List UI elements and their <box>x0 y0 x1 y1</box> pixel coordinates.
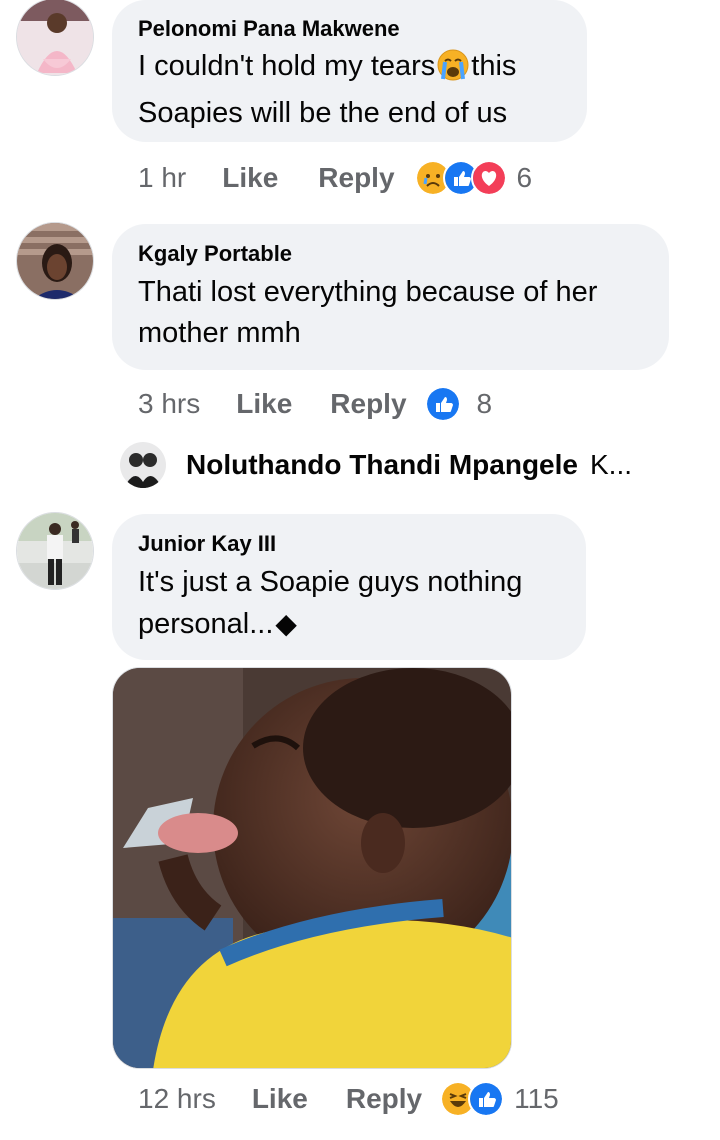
reply-avatar <box>120 442 166 488</box>
love-reaction-icon <box>470 160 507 196</box>
comment-timestamp[interactable]: 1 hr <box>138 160 186 196</box>
reaction-count: 115 <box>514 1083 559 1114</box>
comment-attachment-image[interactable] <box>112 667 512 1069</box>
comment-text-line: I couldn't hold my tears <box>138 50 436 82</box>
reply-preview[interactable]: Noluthando Thandi Mpangele K... <box>120 442 632 488</box>
reactions-summary[interactable]: 8 <box>424 386 493 422</box>
child-licking-photo <box>113 668 511 1068</box>
comment-actions: 3 hrs Like Reply 8 <box>138 386 492 422</box>
comment-text: I couldn't hold my tears this Soapies wi… <box>138 46 516 134</box>
comment-text: It's just a Soapie guys nothing personal… <box>138 562 522 645</box>
reply-snippet: K... <box>589 449 632 480</box>
like-reaction-icon <box>468 1081 505 1117</box>
comment-bubble: Pelonomi Pana Makwene I couldn't hold my… <box>112 0 587 142</box>
avatar-photo <box>17 223 93 299</box>
comment-timestamp[interactable]: 3 hrs <box>138 386 200 422</box>
like-button[interactable]: Like <box>236 386 292 422</box>
comment-actions: 1 hr Like Reply 6 <box>138 160 532 196</box>
reaction-count: 6 <box>516 162 533 193</box>
reply-button[interactable]: Reply <box>346 1081 422 1117</box>
comment-text-line: this <box>471 50 517 82</box>
comment-actions: 12 hrs Like Reply 115 <box>138 1081 559 1117</box>
reply-button[interactable]: Reply <box>318 160 394 196</box>
avatar-photo <box>17 0 93 75</box>
like-button[interactable]: Like <box>252 1081 308 1117</box>
reactions-summary[interactable]: 115 <box>440 1081 559 1117</box>
comment-author[interactable]: Pelonomi Pana Makwene <box>138 16 400 42</box>
comment-bubble: Kgaly Portable Thati lost everything bec… <box>112 224 669 370</box>
comment-timestamp[interactable]: 12 hrs <box>138 1081 216 1117</box>
like-button[interactable]: Like <box>222 160 278 196</box>
avatar[interactable] <box>16 512 94 590</box>
comment-text: Thati lost everything because of her mot… <box>138 272 597 354</box>
comment-text-line: It's just a Soapie guys nothing <box>138 566 523 598</box>
unknown-glyph-icon: ◆ <box>275 608 297 639</box>
comment-author[interactable]: Kgaly Portable <box>138 241 292 267</box>
reply-author[interactable]: Noluthando Thandi Mpangele <box>186 449 578 481</box>
comment-text-line: Soapies will be the end of us <box>138 97 508 129</box>
reply-button[interactable]: Reply <box>330 386 406 422</box>
reactions-summary[interactable]: 6 <box>414 160 533 196</box>
avatar[interactable] <box>16 222 94 300</box>
comment-text-line: mother mmh <box>138 317 301 349</box>
reaction-count: 8 <box>476 388 493 419</box>
comment-text-line: Thati lost everything because of her <box>138 276 598 308</box>
avatar-photo <box>17 513 93 589</box>
comment-text-line: personal... <box>138 608 274 640</box>
crying-emoji-icon <box>437 49 469 93</box>
avatar[interactable] <box>16 0 94 76</box>
like-reaction-icon <box>424 386 461 422</box>
comment-author[interactable]: Junior Kay III <box>138 531 276 557</box>
comment-bubble: Junior Kay III It's just a Soapie guys n… <box>112 514 586 660</box>
